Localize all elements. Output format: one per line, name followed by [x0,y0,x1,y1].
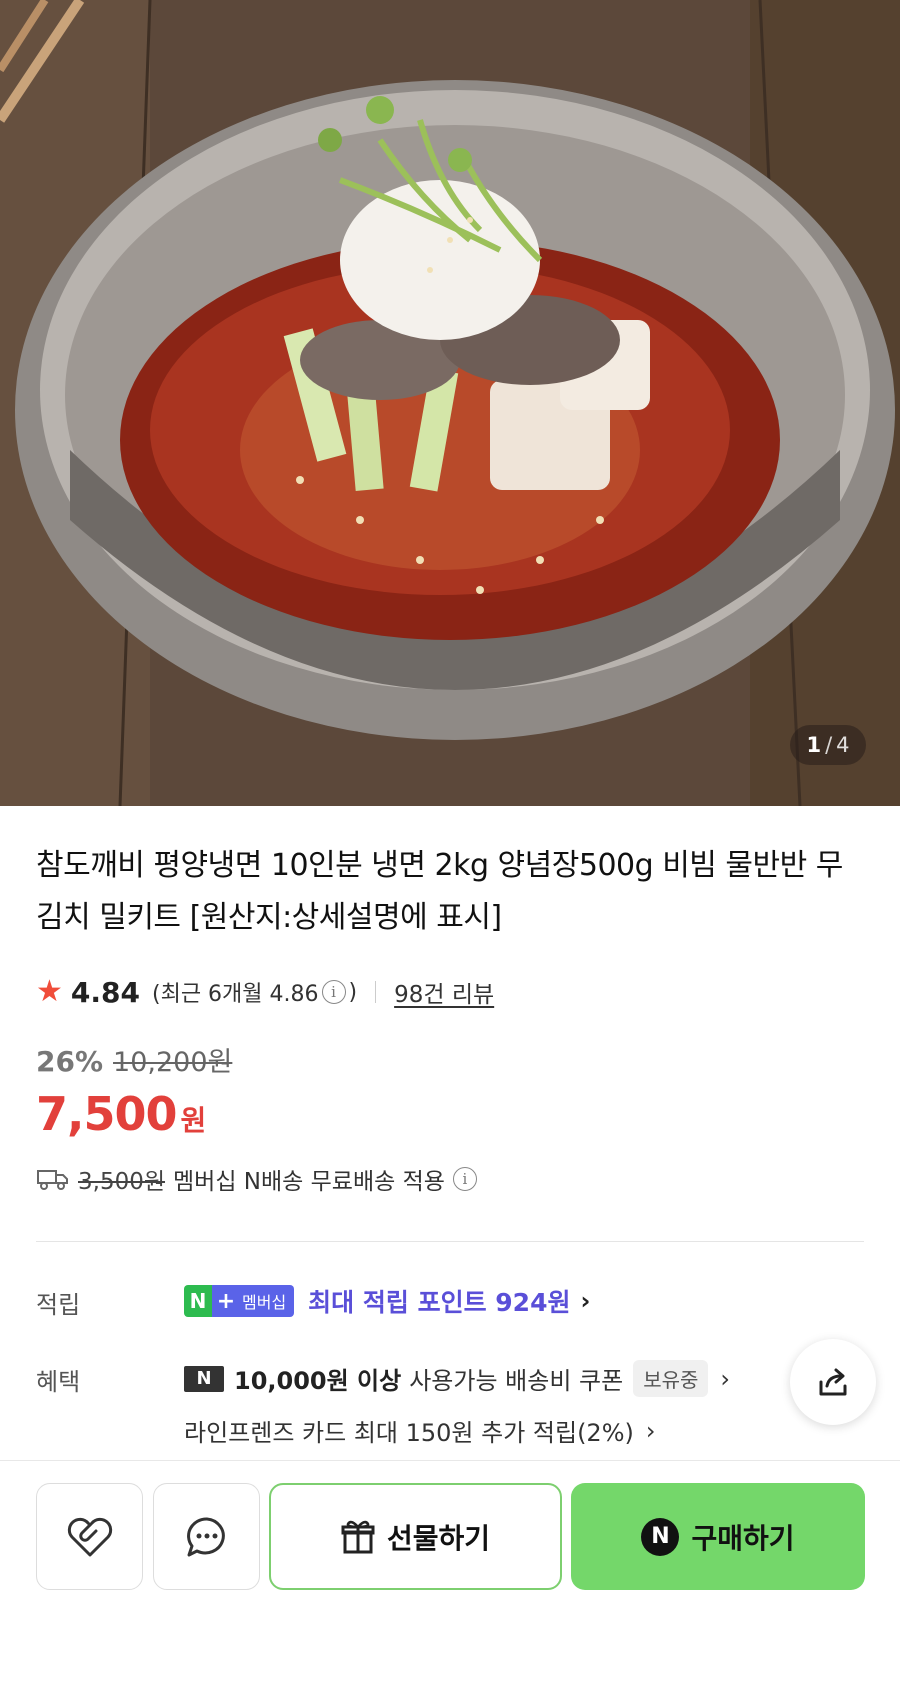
discount-row: 26% 10,200원 [36,1040,232,1079]
chat-button[interactable] [153,1483,260,1590]
badge-member: 멤버십 [240,1285,295,1317]
chevron-right-icon: › [645,1416,656,1445]
gift-icon [341,1520,375,1553]
recent-rating-close: ) [348,979,358,1005]
truck-icon [37,1170,68,1190]
chevron-right-icon: › [720,1364,731,1393]
shipping-text: 멤버십 N배송 무료배송 적용 [173,1169,445,1195]
coupon-threshold: 10,000원 이상 [234,1367,402,1395]
heart-icon [67,1517,112,1556]
star-icon: ★ [36,974,63,1009]
image-counter-current: 1 [806,733,822,757]
owned-badge: 보유중 [633,1360,709,1397]
divider [375,981,377,1003]
sale-price-number: 7,500 [36,1087,178,1141]
wishlist-button[interactable] [36,1483,143,1590]
shipping-info-icon[interactable]: i [452,1167,477,1191]
original-shipping-fee: 3,500원 [78,1169,166,1195]
image-counter: 1 / 4 [790,725,866,765]
shipping-row: 3,500원 멤버십 N배송 무료배송 적용 i [36,1162,480,1196]
reviews-link[interactable]: 98건 리뷰 [394,975,494,1009]
rating-score: 4.84 [70,975,140,1009]
naengmyeon-photo [0,0,900,806]
benefit-label: 혜택 [36,1368,81,1396]
share-icon [819,1368,847,1396]
image-counter-total: 4 [836,733,850,757]
points-row[interactable]: N + 멤버십 최대 적립 포인트 924원 › [184,1283,590,1319]
coupon-row[interactable]: N 10,000원 이상 사용가능 배송비 쿠폰 보유중 › [184,1360,730,1397]
buy-button[interactable]: N 구매하기 [571,1483,865,1590]
recent-rating: (최근 6개월 4.86 i ) [152,976,357,1008]
n-membership-badge: N + 멤버십 [184,1285,295,1317]
product-image[interactable]: 1 / 4 [0,0,900,806]
share-button[interactable] [790,1339,876,1425]
info-icon[interactable]: i [321,980,346,1004]
badge-n: N [184,1285,212,1317]
gift-button-label: 선물하기 [386,1521,491,1555]
naver-n-icon: N [641,1517,680,1556]
original-price: 10,200원 [113,1047,233,1078]
card-benefit-text: 라인프렌즈 카드 최대 150원 추가 적립(2%) [184,1419,634,1447]
card-benefit-row[interactable]: 라인프렌즈 카드 최대 150원 추가 적립(2%) › [184,1413,655,1448]
gift-button[interactable]: 선물하기 [269,1483,562,1590]
recent-rating-text: (최근 6개월 4.86 [152,982,319,1007]
chevron-right-icon: › [580,1287,591,1315]
rating-row: ★ 4.84 (최근 6개월 4.86 i ) 98건 리뷰 [36,972,494,1012]
image-counter-separator: / [825,733,833,757]
sale-price-currency: 원 [180,1104,207,1137]
max-points-text: 최대 적립 포인트 924원 [308,1288,571,1317]
chat-bubble-icon [186,1516,225,1556]
product-title: 참도깨비 평양냉면 10인분 냉면 2kg 양념장500g 비빔 물반반 무김치… [36,848,843,935]
sale-price: 7,500 원 [36,1087,206,1141]
section-divider [36,1241,864,1242]
discount-rate: 26% [36,1045,104,1078]
naver-n-icon: N [184,1365,224,1392]
points-label: 적립 [36,1291,81,1319]
buy-button-label: 구매하기 [691,1521,795,1555]
badge-plus: + [212,1285,240,1317]
coupon-text: 사용가능 배송비 쿠폰 [409,1367,624,1395]
